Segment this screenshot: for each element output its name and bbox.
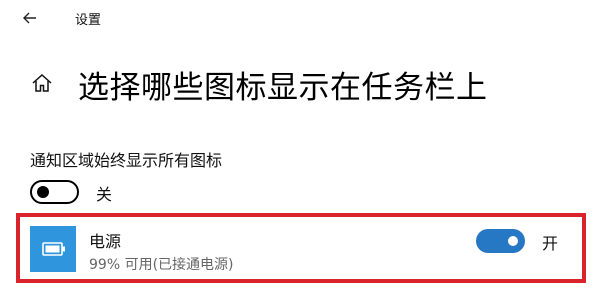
notification-area-toggle[interactable]: [30, 180, 79, 204]
notification-area-toggle-label: 关: [96, 185, 113, 204]
power-item-name: 电源: [89, 232, 122, 251]
toggle-knob: [37, 186, 49, 198]
power-item-toggle-label: 开: [542, 234, 559, 253]
battery-icon: [42, 242, 65, 256]
page-title: 选择哪些图标显示在任务栏上: [78, 70, 488, 106]
toggle-knob: [508, 236, 518, 246]
power-app-icon: [30, 226, 76, 272]
title-bar: 设置: [0, 0, 600, 36]
back-arrow-icon: [23, 12, 36, 24]
app-title: 设置: [75, 13, 102, 28]
power-item-toggle[interactable]: [476, 229, 525, 253]
back-button[interactable]: [20, 7, 42, 29]
home-icon: [32, 73, 52, 92]
power-item-status: 99% 可用(已接通电源): [89, 257, 234, 273]
notification-area-label: 通知区域始终显示所有图标: [30, 151, 223, 170]
home-button[interactable]: [30, 71, 54, 95]
